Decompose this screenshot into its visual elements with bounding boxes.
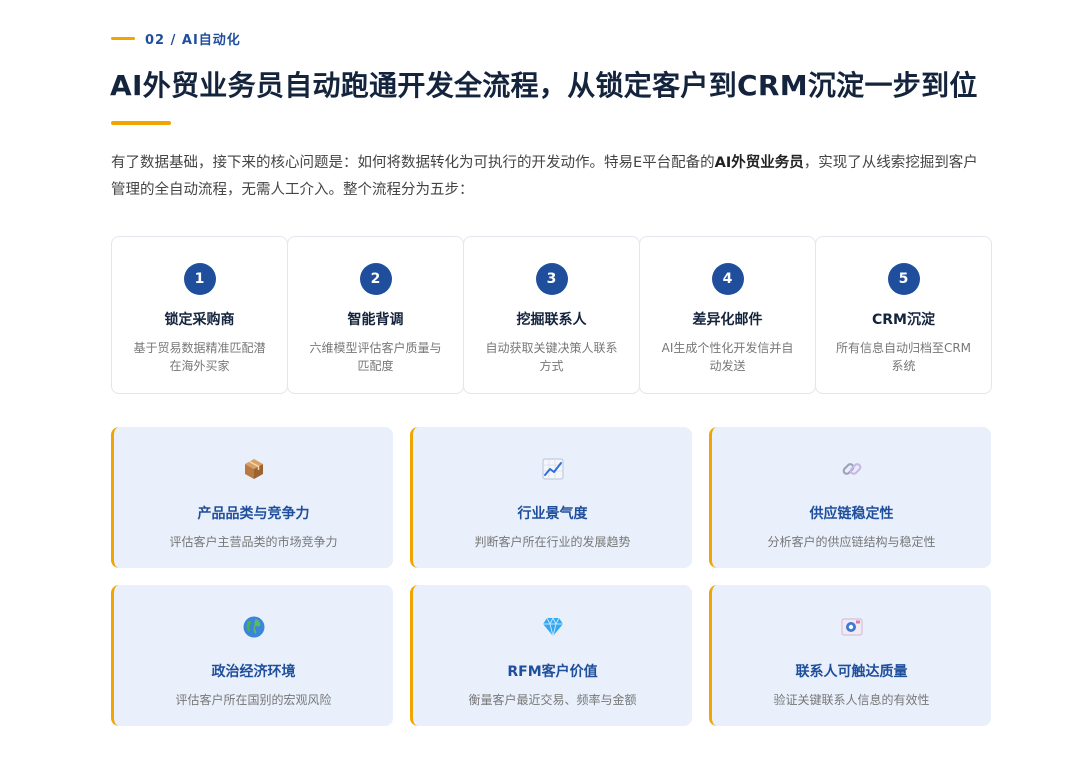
card-desc: 判断客户所在行业的发展趋势 (474, 535, 631, 549)
title-underline (111, 121, 171, 125)
page-title: AI外贸业务员自动跑通开发全流程，从锁定客户到CRM沉淀一步到位 (110, 69, 978, 102)
card-title: 联系人可触达质量 (795, 664, 908, 680)
card-desc: 评估客户主营品类的市场竞争力 (169, 535, 338, 549)
step-number: 3 (535, 263, 568, 295)
contact-mail-icon (841, 618, 862, 636)
card-title: RFM客户价值 (507, 664, 598, 680)
globe-icon (243, 616, 264, 638)
package-icon (244, 459, 263, 479)
step-title: 挖掘联系人 (516, 312, 587, 328)
card-desc: 评估客户所在国别的宏观风险 (175, 693, 332, 707)
intro-text-before: 有了数据基础，接下来的核心问题是：如何将数据转化为可执行的开发动作。特易E平台配… (111, 155, 715, 171)
step-title: 差异化邮件 (692, 312, 763, 328)
card-desc: 衡量客户最近交易、频率与金额 (468, 693, 637, 707)
intro-text-bold: AI外贸业务员 (714, 155, 804, 171)
evaluation-card: 产品品类与竞争力 评估客户主营品类的市场竞争力 (111, 427, 393, 568)
evaluation-card: 供应链稳定性 分析客户的供应链结构与稳定性 (709, 427, 991, 568)
step-number: 1 (183, 263, 216, 295)
step-number: 2 (359, 263, 392, 295)
step-card: 2 智能背调 六维模型评估客户质量与匹配度 (287, 236, 464, 394)
step-desc: 所有信息自动归档至CRM系统 (835, 341, 972, 373)
card-title: 产品品类与竞争力 (197, 506, 310, 522)
evaluation-card: 联系人可触达质量 验证关键联系人信息的有效性 (709, 585, 991, 726)
trend-chart-icon (542, 458, 563, 480)
evaluation-card: RFM客户价值 衡量客户最近交易、频率与金额 (410, 585, 692, 726)
card-desc: 分析客户的供应链结构与稳定性 (767, 535, 936, 549)
evaluation-card: 行业景气度 判断客户所在行业的发展趋势 (410, 427, 692, 568)
section-kicker: 02 / AI自动化 (111, 29, 241, 48)
step-desc: AI生成个性化开发信并自动发送 (661, 341, 794, 373)
step-card: 5 CRM沉淀 所有信息自动归档至CRM系统 (815, 236, 992, 394)
evaluation-card: 政治经济环境 评估客户所在国别的宏观风险 (111, 585, 393, 726)
step-desc: 六维模型评估客户质量与匹配度 (309, 341, 442, 373)
kicker-bar (111, 37, 135, 40)
step-title: 锁定采购商 (164, 312, 235, 328)
step-number: 5 (887, 263, 920, 295)
step-card: 1 锁定采购商 基于贸易数据精准匹配潜在海外买家 (111, 236, 288, 394)
step-title: CRM沉淀 (872, 312, 935, 328)
card-desc: 验证关键联系人信息的有效性 (773, 693, 930, 707)
process-steps: 1 锁定采购商 基于贸易数据精准匹配潜在海外买家 2 智能背调 六维模型评估客户… (111, 236, 992, 394)
step-title: 智能背调 (347, 312, 404, 328)
step-card: 4 差异化邮件 AI生成个性化开发信并自动发送 (639, 236, 816, 394)
card-title: 政治经济环境 (211, 664, 296, 680)
intro-paragraph: 有了数据基础，接下来的核心问题是：如何将数据转化为可执行的开发动作。特易E平台配… (111, 150, 991, 204)
step-desc: 基于贸易数据精准匹配潜在海外买家 (133, 341, 266, 373)
card-title: 行业景气度 (517, 506, 588, 522)
diamond-icon (542, 616, 563, 637)
section-label: 02 / AI自动化 (145, 33, 241, 48)
step-number: 4 (711, 263, 744, 295)
chain-link-icon (842, 463, 861, 475)
evaluation-cards: 产品品类与竞争力 评估客户主营品类的市场竞争力 行业景气度 判断客户所在行业的发… (111, 427, 991, 726)
step-desc: 自动获取关键决策人联系方式 (485, 341, 618, 373)
card-title: 供应链稳定性 (809, 506, 894, 522)
step-card: 3 挖掘联系人 自动获取关键决策人联系方式 (463, 236, 640, 394)
